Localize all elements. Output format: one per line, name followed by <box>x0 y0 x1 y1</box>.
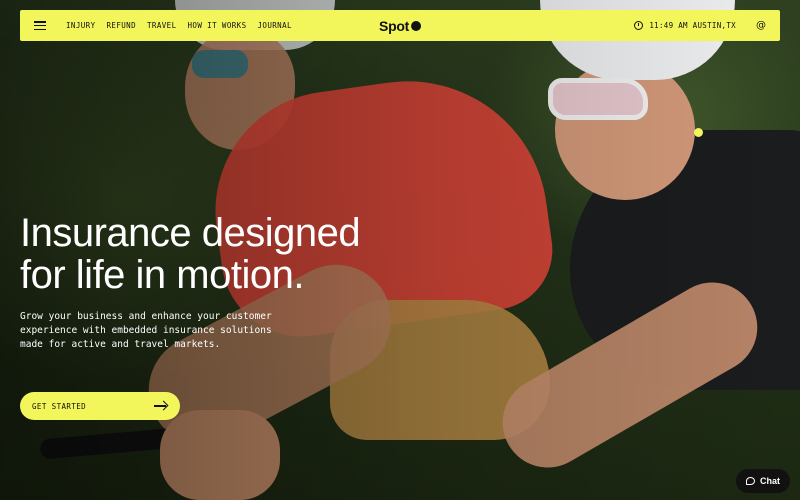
chat-label: Chat <box>760 476 780 486</box>
arrow-right-icon <box>154 401 168 411</box>
top-navbar: INJURY REFUND TRAVEL HOW IT WORKS JOURNA… <box>20 10 780 41</box>
headline-line-1: Insurance designed <box>20 211 361 255</box>
menu-icon[interactable] <box>34 21 46 30</box>
accent-dot <box>694 128 703 137</box>
nav-links: INJURY REFUND TRAVEL HOW IT WORKS JOURNA… <box>66 21 292 30</box>
spot-logo[interactable]: Spot <box>379 18 421 34</box>
nav-link-injury[interactable]: INJURY <box>66 21 96 30</box>
hero-headline: Insurance designed for life in motion. <box>20 212 460 296</box>
nav-link-travel[interactable]: TRAVEL <box>147 21 177 30</box>
headline-line-2: for life in motion. <box>20 253 304 297</box>
logo-text: Spot <box>379 17 409 34</box>
clock-icon <box>634 21 644 30</box>
subtext-line-2: experience with embedded insurance solut… <box>20 325 272 336</box>
nav-link-how-it-works[interactable]: HOW IT WORKS <box>188 21 247 30</box>
get-started-label: GET STARTED <box>32 401 87 411</box>
chat-bubble-icon <box>746 477 755 485</box>
subtext-line-1: Grow your business and enhance your cust… <box>20 311 272 322</box>
nav-link-journal[interactable]: JOURNAL <box>258 21 292 30</box>
time-location: 11:49 AM AUSTIN,TX <box>649 21 736 30</box>
at-icon[interactable]: @ <box>756 20 766 31</box>
subtext-line-3: made for active and travel markets. <box>20 339 221 350</box>
nav-link-refund[interactable]: REFUND <box>107 21 137 30</box>
chat-button[interactable]: Chat <box>736 469 790 493</box>
logo-dot-icon <box>410 20 421 31</box>
hero-subtext: Grow your business and enhance your cust… <box>20 310 310 352</box>
nav-right: 11:49 AM AUSTIN,TX @ <box>634 20 766 31</box>
get-started-button[interactable]: GET STARTED <box>20 392 180 420</box>
